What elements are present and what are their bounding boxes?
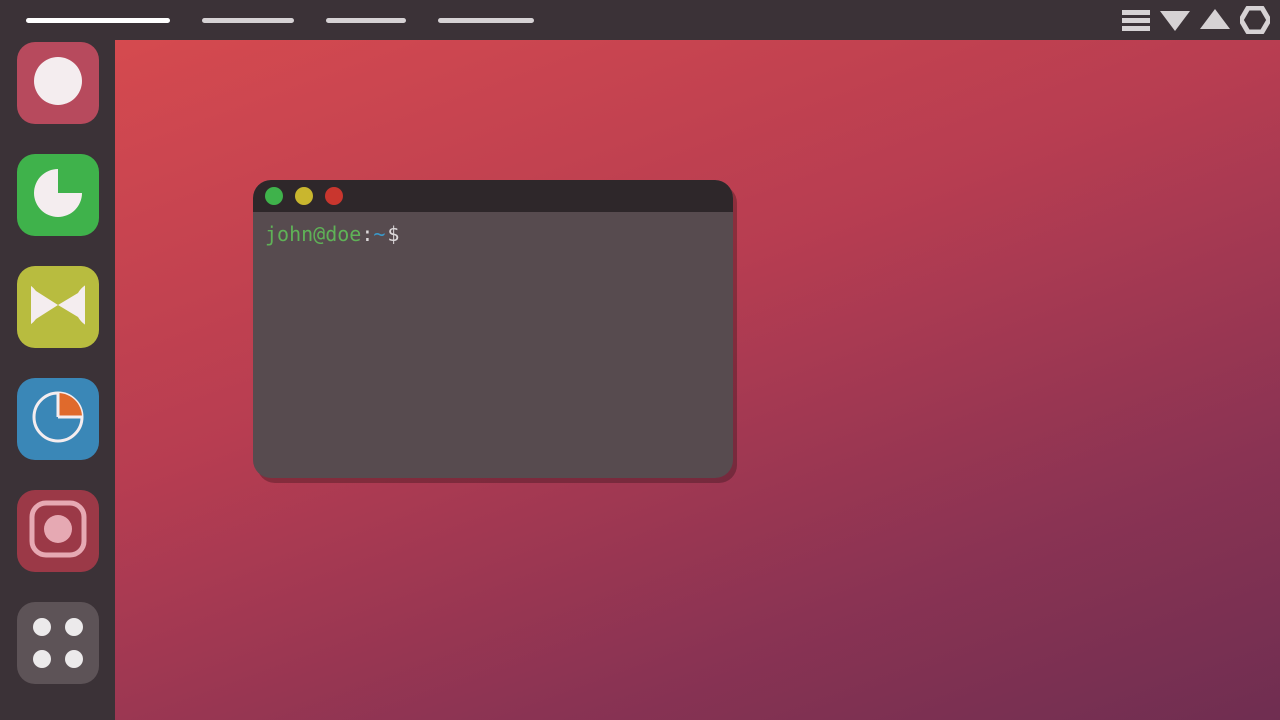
panel-menu-item[interactable] [438, 18, 534, 23]
prompt-sep: : [361, 222, 373, 246]
panel-menu-item[interactable] [326, 18, 406, 23]
terminal-titlebar[interactable] [253, 180, 733, 212]
prompt-path: ~ [373, 222, 385, 246]
dock-apps-grid[interactable] [17, 602, 99, 684]
circle-icon [32, 55, 84, 112]
caret-up-icon[interactable] [1200, 8, 1230, 32]
terminal-body[interactable]: john@doe:~$ [253, 212, 733, 257]
panel-menu [0, 18, 534, 23]
window-close-green-icon[interactable] [265, 187, 283, 205]
pie-chart-icon [30, 389, 86, 450]
panel-menu-item[interactable] [26, 18, 170, 23]
caret-down-icon[interactable] [1160, 8, 1190, 32]
top-panel [0, 0, 1280, 40]
menu-lines-icon[interactable] [1122, 8, 1150, 32]
prompt-symbol: $ [387, 222, 399, 246]
dock-app-5[interactable] [17, 490, 99, 572]
panel-indicators [1122, 0, 1270, 40]
pacman-icon [31, 278, 85, 337]
panel-menu-item[interactable] [202, 18, 294, 23]
terminal-window[interactable]: john@doe:~$ [253, 180, 733, 478]
prompt-user: john@doe [265, 222, 361, 246]
desktop-area[interactable]: john@doe:~$ [115, 40, 1280, 720]
window-maximize-red-icon[interactable] [325, 187, 343, 205]
dock-app-1[interactable] [17, 42, 99, 124]
launcher-dock [0, 40, 115, 720]
pie-3quarter-icon [31, 166, 85, 225]
hexagon-icon[interactable] [1240, 6, 1270, 34]
window-minimize-yellow-icon[interactable] [295, 187, 313, 205]
apps-grid-icon [33, 618, 83, 668]
dock-app-2[interactable] [17, 154, 99, 236]
dock-app-3[interactable] [17, 266, 99, 348]
dock-app-4[interactable] [17, 378, 99, 460]
record-ring-icon [26, 497, 90, 566]
